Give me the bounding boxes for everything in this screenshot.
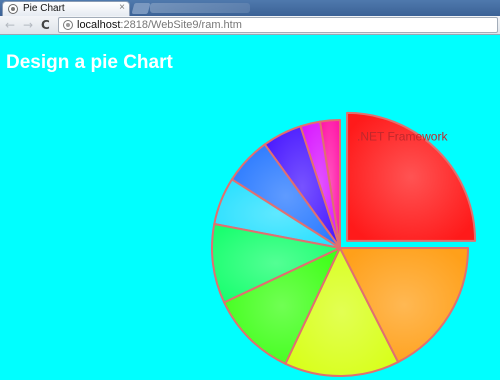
slice-label: .NET Framework xyxy=(357,130,448,144)
pie-labels: .NET Framework xyxy=(357,130,448,144)
pie-slices xyxy=(211,111,477,377)
pie-chart: .NET Framework xyxy=(211,111,477,377)
